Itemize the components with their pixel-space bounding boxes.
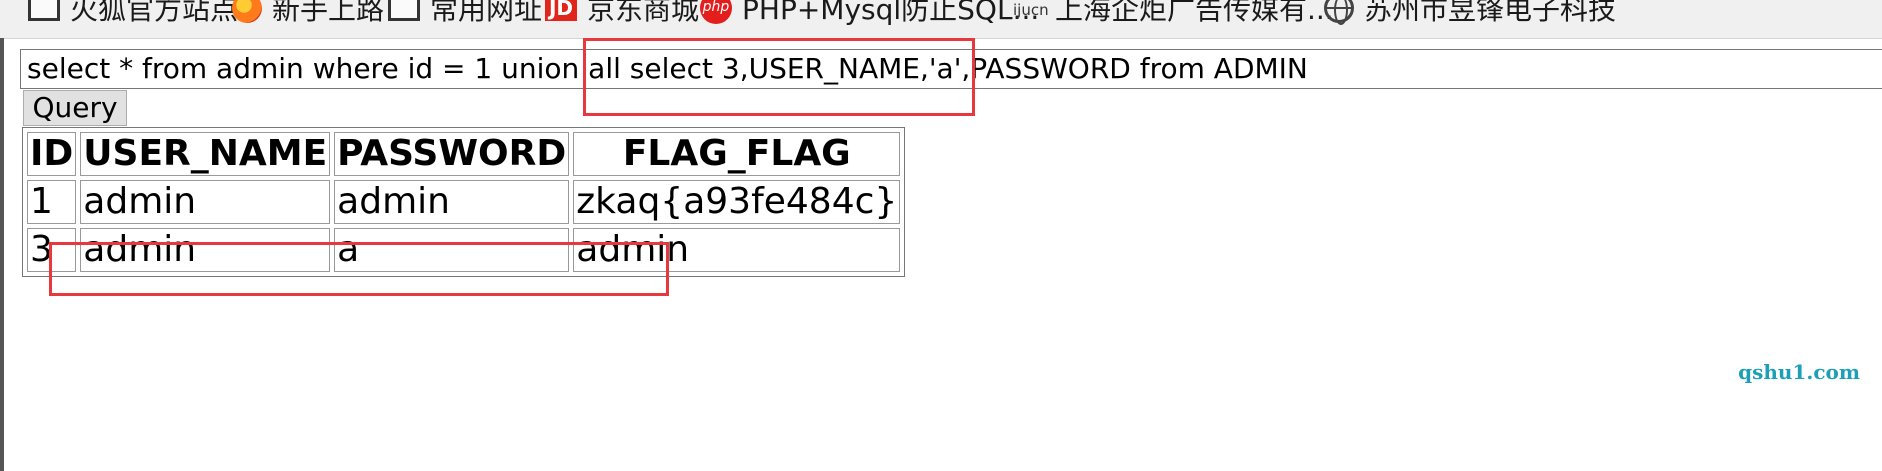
bookmarks-toolbar: 火狐官方站点 新手上路 常用网址 JD 京东商城 php PHP+Mysql防止… [0,0,1882,39]
jd-icon: JD [545,0,577,21]
globe-icon [1324,0,1354,25]
cell-id: 1 [27,180,77,224]
column-header-password: PASSWORD [334,132,570,176]
table-row: 1 admin admin zkaq{a93fe484c} [27,180,901,224]
bookmark-label: 新手上路 [272,0,385,26]
cell-id: 3 [27,228,77,272]
bookmark-label: PHP+Mysql防止SQL... [742,0,1040,26]
bookmark-shanghai-ad[interactable]: ijucn 上海企炬广告传媒有... [1013,0,1334,28]
bookmark-common-sites[interactable]: 常用网址 [388,0,542,28]
column-header-user-name: USER_NAME [80,132,331,176]
bookmark-firefox-official[interactable]: 火狐官方站点 [28,0,238,28]
bookmark-php-mysql[interactable]: php PHP+Mysql防止SQL... [700,0,1039,28]
cell-password: admin [334,180,570,224]
bookmark-getting-started[interactable]: 新手上路 [232,0,384,28]
php-icon: php [700,0,732,24]
bookmark-label: 上海企炬广告传媒有... [1055,0,1334,26]
folder-icon [388,0,420,21]
table-header-row: ID USER_NAME PASSWORD FLAG_FLAG [27,132,901,176]
bookmark-label: 京东商城 [587,0,700,26]
table-row: 3 admin a admin [27,228,901,272]
bookmark-label: 苏州市昱锋电子科技 [1364,0,1617,26]
cell-user-name: admin [80,180,331,224]
sql-query-input[interactable]: select * from admin where id = 1 union a… [20,49,1882,89]
window-edge [0,38,4,471]
bookmark-label: 火狐官方站点 [70,0,239,26]
cell-user-name: admin [80,228,331,272]
column-header-id: ID [27,132,77,176]
query-button[interactable]: Query [23,90,127,126]
cell-flag: zkaq{a93fe484c} [573,180,901,224]
firefox-icon [232,0,262,23]
bookmark-jd-mall[interactable]: JD 京东商城 [545,0,699,28]
bookmark-label: 常用网址 [430,0,543,26]
folder-icon [28,0,60,21]
watermark: qshu1.com [1738,360,1860,384]
ijucn-icon: ijucn [1013,1,1049,19]
results-table: ID USER_NAME PASSWORD FLAG_FLAG 1 admin … [22,127,906,277]
column-header-flag: FLAG_FLAG [573,132,901,176]
bookmark-suzhou-electronics[interactable]: 苏州市昱锋电子科技 [1324,0,1616,28]
cell-flag: admin [573,228,901,272]
cell-password: a [334,228,570,272]
